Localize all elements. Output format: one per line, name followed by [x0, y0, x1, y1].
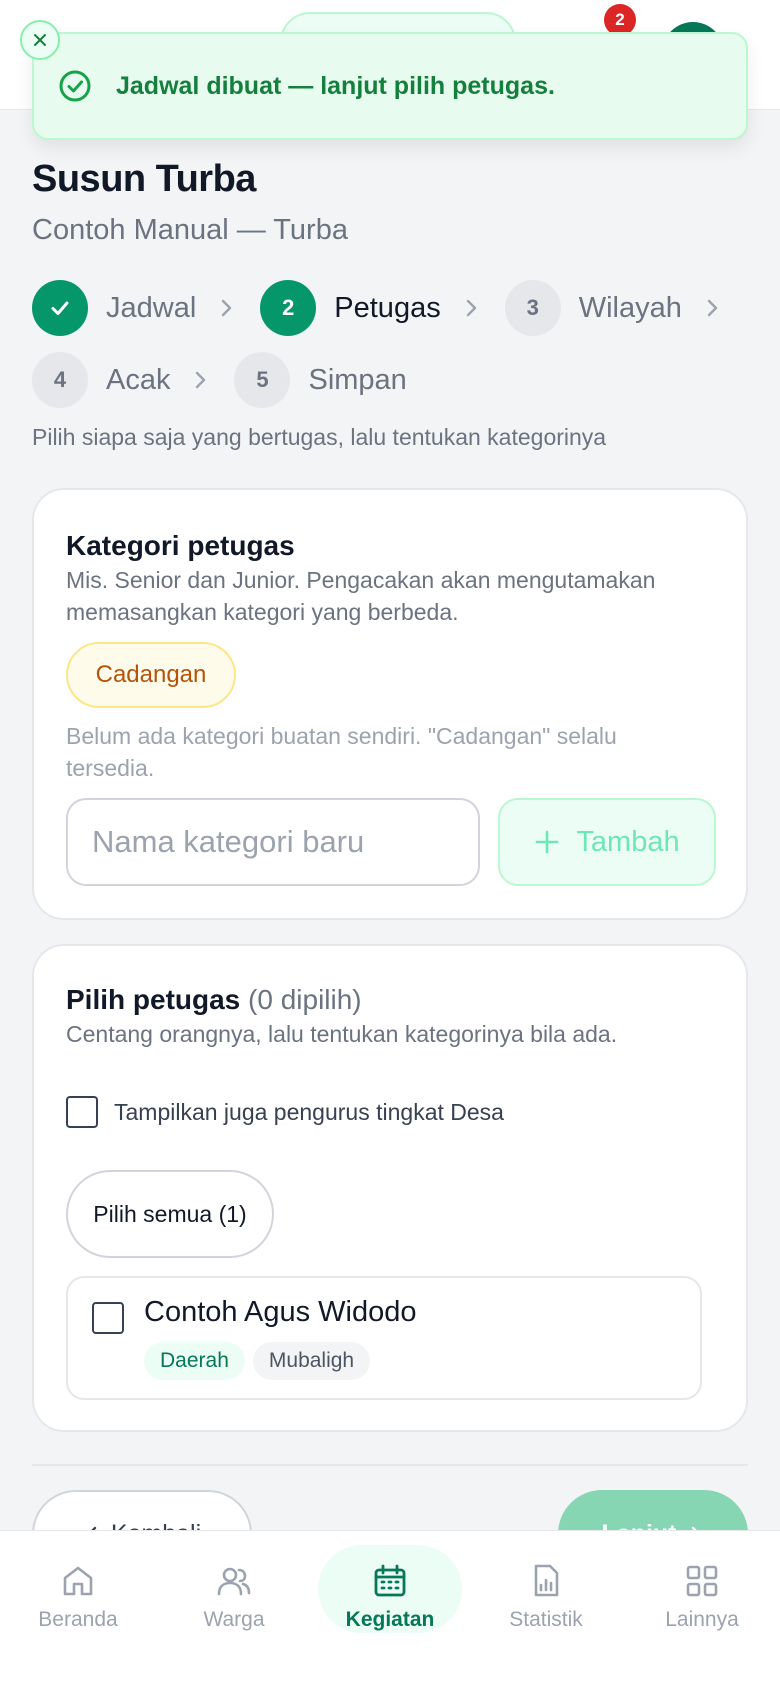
officers-card-title: Pilih petugas (0 dipilih)	[66, 984, 362, 1016]
toast-message: Jadwal dibuat — lanjut pilih petugas.	[116, 71, 555, 100]
empty-category-note: Belum ada kategori buatan sendiri. "Cada…	[66, 723, 617, 781]
show-village-toggle[interactable]: Tampilkan juga pengurus tingkat Desa	[66, 1096, 504, 1128]
users-icon	[217, 1567, 251, 1596]
step-number: 2	[260, 280, 317, 336]
officer-tag: Mubaligh	[252, 1342, 371, 1380]
reserve-category-chip[interactable]: Cadangan	[66, 642, 236, 708]
nav-label: Warga	[203, 1608, 265, 1631]
nav-item-beranda[interactable]: Beranda	[8, 1553, 148, 1641]
officers-card-description: Centang orangnya, lalu tentukan kategori…	[66, 1021, 618, 1047]
officer-checkbox[interactable]	[92, 1302, 124, 1334]
step-acak[interactable]: 4 Acak	[32, 352, 224, 408]
check-circle-icon	[59, 70, 91, 102]
page-title: Susun Turba	[32, 158, 256, 200]
grid-icon	[686, 1565, 718, 1597]
new-category-input[interactable]	[66, 798, 480, 886]
nav-item-lainnya[interactable]: Lainnya	[632, 1553, 772, 1641]
step-simpan[interactable]: 5 Simpan	[234, 352, 407, 408]
nav-label: Statistik	[509, 1608, 583, 1631]
step-number: 4	[32, 352, 88, 408]
show-village-checkbox[interactable]	[66, 1096, 98, 1128]
nav-item-kegiatan[interactable]: Kegiatan	[318, 1545, 462, 1641]
step-label: Acak	[106, 363, 171, 396]
nav-label: Kegiatan	[345, 1608, 435, 1631]
step-label: Petugas	[334, 291, 441, 324]
select-all-button[interactable]: Pilih semua (1)	[66, 1170, 274, 1258]
add-category-button[interactable]: Tambah	[498, 798, 716, 886]
step-jadwal[interactable]: Jadwal	[32, 280, 250, 336]
success-toast: Jadwal dibuat — lanjut pilih petugas.	[32, 32, 748, 140]
officer-name: Contoh Agus Widodo	[144, 1296, 417, 1328]
officers-card: Pilih petugas (0 dipilih) Centang orangn…	[32, 944, 748, 1432]
step-wilayah[interactable]: 3 Wilayah	[504, 280, 736, 336]
divider	[32, 1464, 748, 1466]
nav-label: Lainnya	[665, 1608, 739, 1631]
chevron-right-icon	[707, 299, 718, 317]
chevron-right-icon	[196, 371, 206, 389]
wizard-stepper: Jadwal 2 Petugas 3 Wilayah 4 Acak 5 Simp…	[32, 280, 752, 408]
step-number: 3	[504, 280, 561, 336]
plus-icon	[536, 830, 559, 854]
step-hint: Pilih siapa saja yang bertugas, lalu ten…	[32, 424, 607, 450]
step-label: Simpan	[308, 363, 407, 396]
selected-count: (0 dipilih)	[248, 984, 362, 1015]
category-card-title: Kategori petugas	[66, 530, 295, 561]
bottom-navigation: Beranda Warga Kegiatan Statistik Lainnya	[0, 1530, 780, 1688]
officer-tag: Daerah	[144, 1342, 245, 1380]
step-done-badge	[32, 280, 88, 336]
step-label: Jadwal	[106, 291, 197, 324]
home-icon	[63, 1566, 93, 1596]
step-label: Wilayah	[578, 291, 682, 324]
show-village-label: Tampilkan juga pengurus tingkat Desa	[114, 1098, 504, 1125]
close-icon	[34, 34, 46, 46]
step-petugas[interactable]: 2 Petugas	[260, 280, 494, 336]
nav-item-warga[interactable]: Warga	[164, 1553, 304, 1641]
chart-icon	[534, 1564, 559, 1597]
calendar-icon	[374, 1564, 406, 1597]
add-category-label: Tambah	[576, 825, 680, 858]
officer-list-item[interactable]: Contoh Agus Widodo Daerah Mubaligh	[66, 1276, 702, 1400]
category-card: Kategori petugas Mis. Senior dan Junior.…	[32, 488, 748, 920]
nav-label: Beranda	[38, 1608, 118, 1631]
chevron-right-icon	[466, 299, 476, 317]
step-number: 5	[234, 352, 291, 408]
chevron-right-icon	[222, 299, 232, 317]
nav-item-statistik[interactable]: Statistik	[476, 1553, 616, 1641]
category-card-description: Mis. Senior dan Junior. Pengacakan akan …	[66, 567, 656, 625]
officer-tags: Daerah Mubaligh	[144, 1342, 378, 1380]
check-icon	[51, 301, 69, 315]
officers-title-text: Pilih petugas	[66, 984, 241, 1015]
toast-close-button[interactable]	[20, 20, 60, 60]
page-subtitle: Contoh Manual — Turba	[32, 214, 348, 246]
